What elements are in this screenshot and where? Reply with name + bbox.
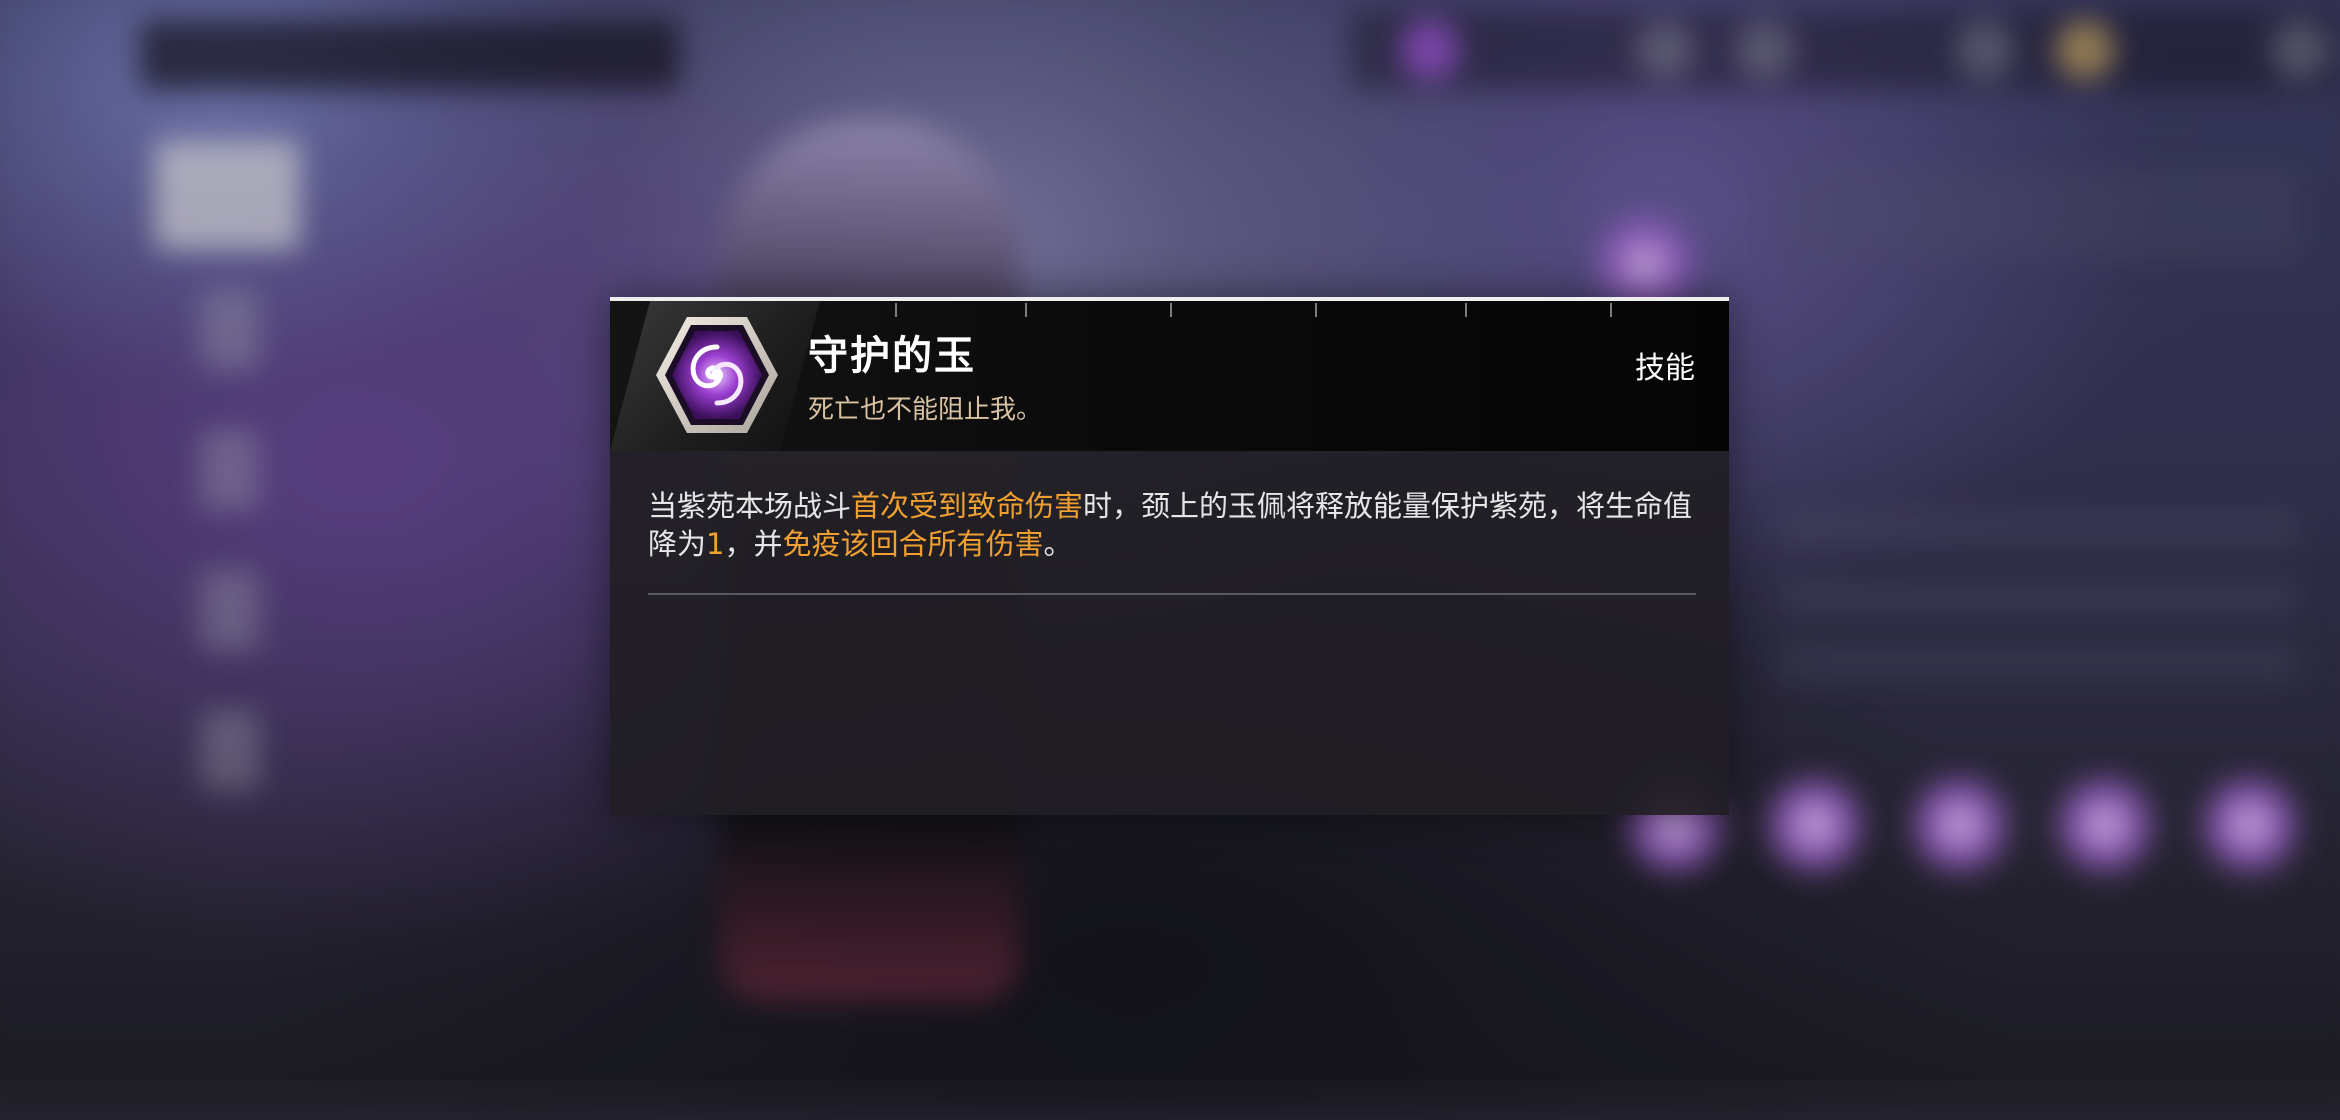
description-divider xyxy=(648,593,1696,595)
description-highlight: 1 xyxy=(706,527,725,561)
description-text: 。 xyxy=(1043,527,1073,561)
description-text: 当紫苑本场战斗 xyxy=(648,489,852,523)
purple-swirl-hexagon-icon xyxy=(656,317,778,433)
skill-description: 当紫苑本场战斗首次受到致命伤害时，颈上的玉佩将释放能量保护紫苑，将生命值降为1，… xyxy=(648,487,1708,563)
skill-type-label: 技能 xyxy=(1635,351,1695,386)
description-highlight: 免疫该回合所有伤害 xyxy=(782,527,1044,561)
description-text: ，并 xyxy=(724,527,783,561)
skill-detail-popup: 守护的玉 死亡也不能阻止我。 技能 当紫苑本场战斗首次受到致命伤害时，颈上的玉佩… xyxy=(610,297,1729,815)
skill-title: 守护的玉 xyxy=(808,332,976,379)
popup-header: 守护的玉 死亡也不能阻止我。 技能 xyxy=(610,301,1729,451)
skill-quote: 死亡也不能阻止我。 xyxy=(808,395,1043,425)
description-highlight: 首次受到致命伤害 xyxy=(851,489,1084,523)
